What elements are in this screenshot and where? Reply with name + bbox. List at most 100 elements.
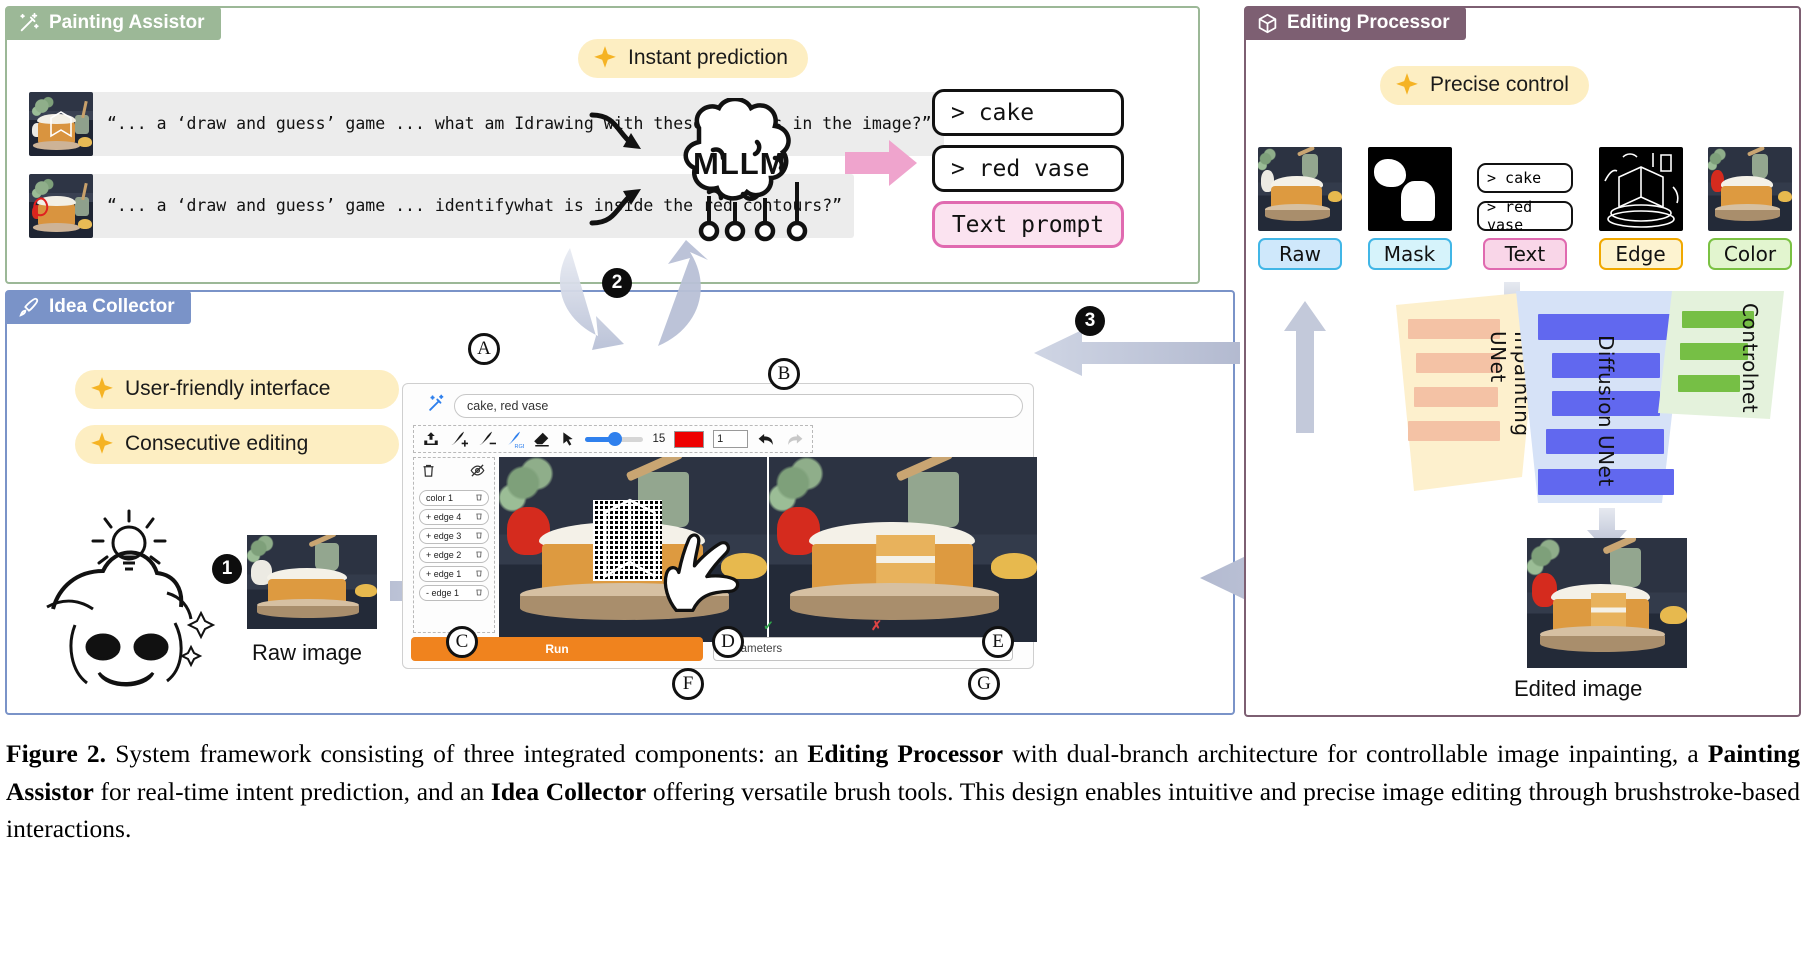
layer-index-input[interactable]: 1	[713, 430, 748, 448]
marker-a: A	[468, 333, 500, 365]
editing-processor-panel: Editing Processor Precise control Raw Ma…	[1244, 6, 1801, 717]
undo-icon[interactable]	[757, 429, 776, 450]
brush-subtract-icon[interactable]	[477, 429, 496, 450]
idea-face-illustration	[46, 509, 216, 687]
marker-e: E	[982, 626, 1014, 658]
figure-root: Painting Assistor Instant prediction “..…	[0, 0, 1806, 979]
sparkle-icon	[1396, 73, 1418, 95]
trash-icon[interactable]	[475, 588, 483, 598]
color-swatch[interactable]	[674, 430, 705, 448]
chip-raw[interactable]: Raw	[1258, 238, 1342, 270]
condition-raw[interactable]: Raw	[1258, 147, 1342, 270]
eraser-icon[interactable]	[533, 429, 551, 450]
prompt-input[interactable]: cake, red vase	[454, 394, 1023, 418]
edited-image-label: Edited image	[1514, 676, 1643, 701]
bubble-thumbnail-contour	[29, 174, 93, 238]
text-prompt-chip: Text prompt	[932, 201, 1124, 248]
sparkle-icon	[594, 46, 616, 68]
mllm-label: MLLM	[693, 146, 787, 181]
svg-text:RGB: RGB	[515, 444, 525, 449]
condition-text[interactable]: > cake > red vase Text	[1477, 163, 1573, 270]
trash-icon[interactable]	[421, 463, 436, 483]
hand-cursor-illustration	[664, 532, 740, 612]
cross-icon[interactable]: ✗	[871, 618, 882, 634]
brush-rgb-icon[interactable]: RGB	[505, 429, 524, 450]
raw-image-thumbnail	[247, 535, 377, 629]
raw-thumbnail	[1258, 147, 1342, 231]
chip-mask[interactable]: Mask	[1367, 238, 1452, 270]
sparkle-icon	[91, 432, 113, 454]
brush-add-icon[interactable]	[449, 429, 468, 450]
chip-edge[interactable]: Edge	[1598, 238, 1683, 270]
chip-color[interactable]: Color	[1708, 238, 1792, 270]
color-thumbnail	[1708, 147, 1792, 231]
parameters-field[interactable]: parameters ◀	[713, 637, 1013, 661]
painting-assistor-panel: Painting Assistor Instant prediction “..…	[5, 6, 1200, 284]
idea-collector-title: Idea Collector	[6, 291, 191, 324]
brush-size-slider[interactable]	[585, 432, 644, 446]
instant-prediction-badge: Instant prediction	[578, 39, 808, 78]
magic-wand-icon	[18, 12, 40, 34]
panel-title-text: Editing Processor	[1287, 12, 1450, 33]
eye-off-icon[interactable]	[470, 463, 485, 483]
trash-icon[interactable]	[475, 493, 483, 503]
layers-panel: color 1 + edge 4 + edge 3 + edge 2 + edg…	[413, 457, 495, 633]
magic-wand-icon[interactable]	[427, 394, 446, 418]
editing-processor-title: Editing Processor	[1245, 7, 1466, 40]
list-item[interactable]: + edge 2	[419, 547, 489, 563]
panel-title-text: Painting Assistor	[49, 12, 205, 33]
prompt-row: cake, red vase	[427, 393, 1023, 419]
trash-icon[interactable]	[475, 569, 483, 579]
step-marker-2: 2	[602, 268, 632, 298]
layers-header	[419, 462, 489, 487]
prediction-cake: > cake	[932, 89, 1124, 136]
chip-text[interactable]: Text	[1483, 238, 1567, 270]
diffusion-unet-label: Diffusion UNet	[1594, 335, 1618, 487]
upload-icon[interactable]	[422, 429, 440, 450]
condition-color[interactable]: Color	[1708, 147, 1792, 270]
text-cond-red-vase: > red vase	[1477, 198, 1573, 234]
mask-thumbnail	[1367, 147, 1452, 231]
list-item[interactable]: + edge 4	[419, 509, 489, 525]
condition-edge[interactable]: Edge	[1598, 147, 1683, 270]
badge-user-friendly: User-friendly interface	[75, 370, 399, 409]
list-item[interactable]: + edge 3	[419, 528, 489, 544]
panel-title-text: Idea Collector	[49, 296, 175, 317]
prediction-red-vase: > red vase	[932, 145, 1124, 192]
sparkle-icon	[91, 377, 113, 399]
check-icon[interactable]: ✓	[763, 618, 774, 634]
edge-thumbnail	[1598, 147, 1683, 231]
marker-c: C	[446, 626, 478, 658]
cursor-icon[interactable]	[560, 429, 576, 450]
text-condition-boxes: > cake > red vase	[1477, 163, 1573, 234]
edited-image-thumbnail	[1527, 538, 1687, 668]
marker-f: F	[672, 668, 704, 700]
figure-caption: Figure 2. System framework consisting of…	[6, 739, 1800, 844]
trash-icon[interactable]	[475, 512, 483, 522]
trash-icon[interactable]	[475, 550, 483, 560]
list-item[interactable]: - edge 1	[419, 585, 489, 601]
controlnet-label: Controlnet	[1738, 303, 1762, 414]
canvas-result[interactable]	[769, 457, 1037, 642]
brush-size-value: 15	[652, 433, 666, 445]
brush-toolbar: RGB 15 1	[413, 425, 813, 453]
badge-consecutive-editing: Consecutive editing	[75, 425, 399, 464]
marker-d: D	[712, 626, 744, 658]
bubble-thumbnail-strokes	[29, 92, 93, 156]
list-item[interactable]: color 1	[419, 490, 489, 506]
canvas-editing[interactable]	[499, 457, 767, 642]
paintbrush-icon	[18, 296, 40, 318]
redo-icon[interactable]	[785, 429, 804, 450]
caption-prefix: Figure 2.	[6, 739, 107, 768]
cube-icon	[1257, 13, 1278, 34]
step-marker-1: 1	[212, 554, 242, 584]
condition-mask[interactable]: Mask	[1367, 147, 1452, 270]
trash-icon[interactable]	[475, 531, 483, 541]
list-item[interactable]: + edge 1	[419, 566, 489, 582]
raw-feedback-arrow	[1284, 301, 1326, 433]
condition-thumbnails-row: Raw Mask > cake > red vase Text Edge Col…	[1258, 147, 1792, 270]
raw-image-label: Raw image	[252, 640, 363, 665]
mllm-brain-icon: MLLM	[647, 96, 837, 243]
controlnet: Controlnet	[1656, 291, 1786, 419]
step-marker-3: 3	[1075, 306, 1105, 336]
